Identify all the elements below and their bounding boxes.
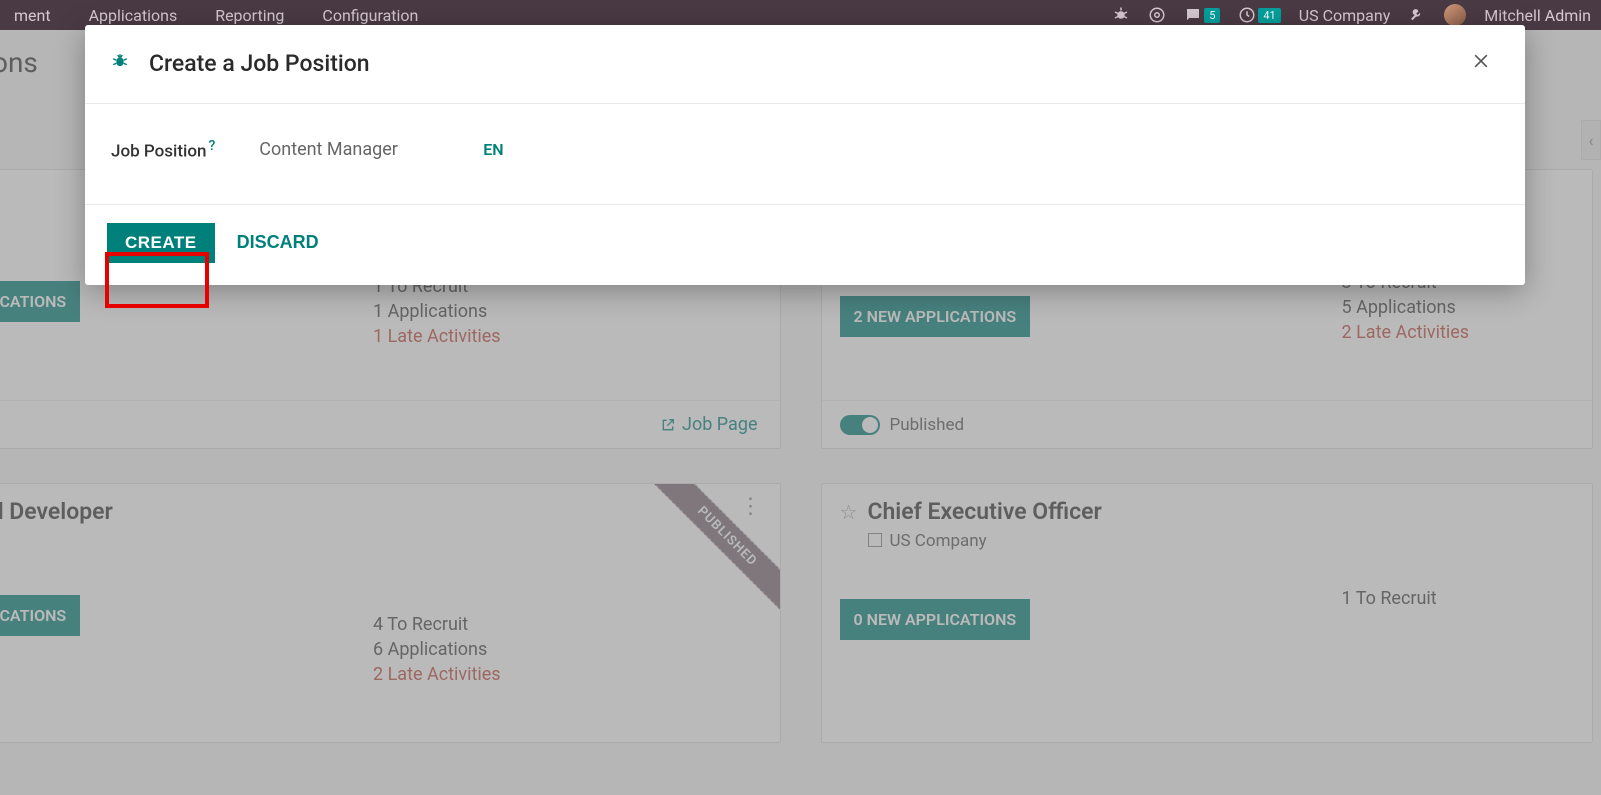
nav-item-reporting[interactable]: Reporting bbox=[211, 6, 288, 25]
stat-applications: 1 Applications bbox=[373, 301, 501, 322]
stat-late-activities[interactable]: 1 Late Activities bbox=[373, 326, 501, 347]
create-job-position-modal: Create a Job Position Job Position? EN C… bbox=[85, 25, 1525, 285]
stat-to-recruit: 1 To Recruit bbox=[1342, 588, 1437, 609]
stat-late-activities[interactable]: 2 Late Activities bbox=[373, 664, 501, 685]
stat-late-activities[interactable]: 2 Late Activities bbox=[1342, 322, 1470, 343]
nav-item-recruitment[interactable]: ment bbox=[10, 6, 55, 25]
stat-to-recruit: 4 To Recruit bbox=[373, 614, 501, 635]
star-icon[interactable]: ☆ bbox=[840, 500, 858, 524]
new-applications-button[interactable]: 0 NEW APPLICATIONS bbox=[840, 599, 1031, 640]
avatar[interactable] bbox=[1444, 4, 1466, 26]
job-position-input[interactable] bbox=[259, 139, 439, 161]
help-icon[interactable]: ? bbox=[208, 138, 215, 154]
create-button[interactable]: CREATE bbox=[107, 223, 215, 263]
job-title: Chief Executive Officer bbox=[867, 498, 1101, 525]
messages-badge: 5 bbox=[1204, 8, 1220, 23]
job-company: US Company bbox=[889, 531, 986, 551]
user-menu[interactable]: Mitchell Admin bbox=[1484, 6, 1591, 25]
company-icon bbox=[868, 533, 882, 547]
job-page-link[interactable]: Job Page bbox=[660, 414, 757, 435]
bug-icon[interactable] bbox=[111, 52, 129, 75]
kebab-icon[interactable]: ⋮ bbox=[740, 494, 762, 519]
bug-icon[interactable] bbox=[1112, 6, 1130, 24]
field-label-text: Job Position bbox=[111, 142, 206, 162]
company-switcher[interactable]: US Company bbox=[1299, 6, 1391, 25]
language-tag[interactable]: EN bbox=[483, 140, 503, 159]
job-page-link-text: Job Page bbox=[682, 414, 757, 435]
job-position-label: Job Position? bbox=[111, 138, 215, 162]
published-label: Published bbox=[890, 415, 965, 435]
new-applications-button[interactable]: 2 NEW APPLICATIONS bbox=[840, 296, 1031, 337]
activities-badge: 41 bbox=[1258, 8, 1280, 23]
wrench-icon[interactable] bbox=[1408, 6, 1426, 24]
job-card[interactable]: ⋮ enced Developer Admin pany APPLICATION… bbox=[0, 483, 781, 743]
close-icon[interactable] bbox=[1463, 45, 1499, 81]
new-applications-button[interactable]: APPLICATIONS bbox=[0, 595, 80, 636]
job-card[interactable]: ☆ Chief Executive Officer US Company 0 N… bbox=[821, 483, 1594, 743]
messages-icon[interactable]: 5 bbox=[1184, 6, 1220, 24]
activities-icon[interactable]: 41 bbox=[1238, 6, 1280, 24]
support-icon[interactable] bbox=[1148, 6, 1166, 24]
stat-applications: 6 Applications bbox=[373, 639, 501, 660]
collapse-chevron-icon[interactable]: ‹ bbox=[1581, 120, 1601, 160]
modal-title: Create a Job Position bbox=[149, 50, 370, 77]
nav-item-configuration[interactable]: Configuration bbox=[318, 6, 422, 25]
nav-item-applications[interactable]: Applications bbox=[85, 6, 182, 25]
published-toggle[interactable] bbox=[840, 415, 880, 435]
new-applications-button[interactable]: APPLICATIONS bbox=[0, 281, 80, 322]
discard-button[interactable]: DISCARD bbox=[237, 232, 319, 253]
stat-applications: 5 Applications bbox=[1342, 297, 1470, 318]
